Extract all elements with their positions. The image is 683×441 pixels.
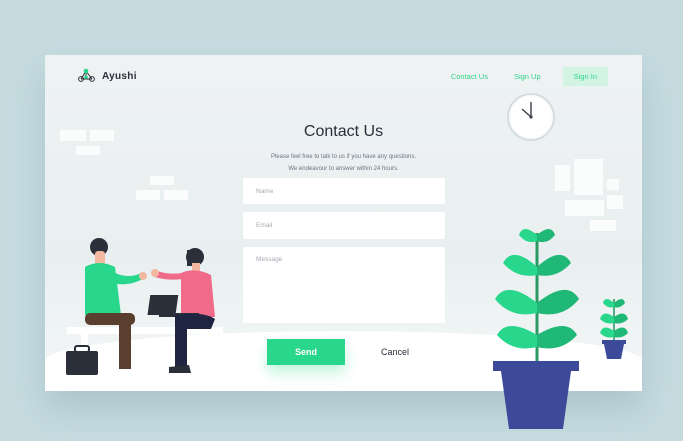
potted-plant-large [493,229,579,429]
potted-plant-small [600,299,628,359]
subtitle-line-1: Please feel free to talk to us if you ha… [270,154,417,160]
name-input[interactable] [243,178,445,204]
network-nodes-icon [78,68,95,82]
top-nav: Contact Us Sign Up Sign In [451,67,608,86]
page-frame: Ayushi Contact Us Sign Up Sign In Contac… [45,55,642,429]
nav-signup-link[interactable]: Sign Up [514,72,541,81]
brand-logo[interactable]: Ayushi [77,68,137,85]
page-title: Contact Us [303,123,384,140]
people-on-bench-illustration [66,238,223,376]
message-textarea[interactable] [243,247,445,323]
email-input[interactable] [243,212,445,239]
page-subtitle: Please feel free to talk to us if you ha… [45,151,642,175]
send-button[interactable]: Send [267,339,345,365]
cancel-button[interactable]: Cancel [367,339,423,365]
nav-signin-button[interactable]: Sign In [562,67,608,86]
subtitle-line-2: We endeavour to answer within 24 hours. [288,166,399,172]
nav-contact-link[interactable]: Contact Us [451,72,488,81]
brand-name: Ayushi [102,71,137,82]
